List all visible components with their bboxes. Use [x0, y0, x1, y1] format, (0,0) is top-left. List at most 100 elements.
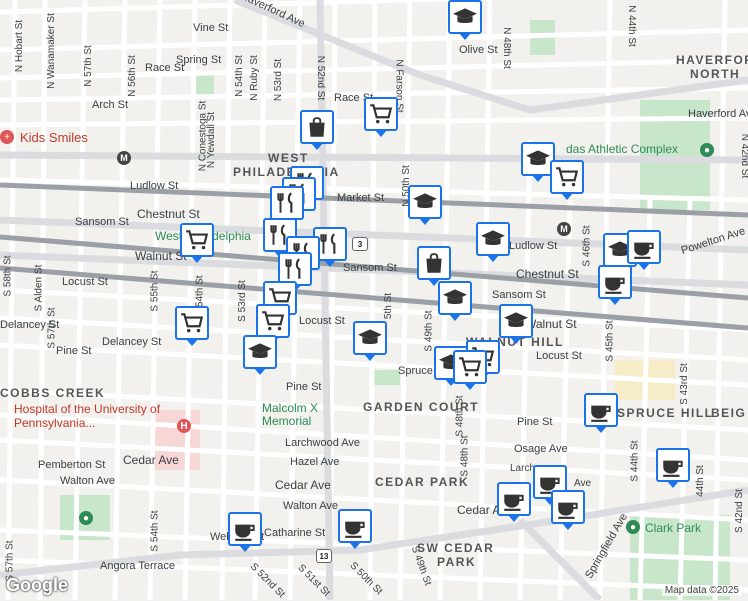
- cafe-pin[interactable]: [598, 265, 632, 305]
- shopping-cart-pin[interactable]: [180, 223, 214, 263]
- street-label: N 42nd St: [739, 134, 748, 179]
- shopping-cart-pin[interactable]: [175, 306, 209, 346]
- park-icon[interactable]: ●: [626, 520, 640, 534]
- place-clark-park[interactable]: Clark Park: [645, 522, 701, 534]
- street-label: Delancey St: [102, 336, 162, 348]
- street-label: Locust St: [536, 350, 582, 362]
- cafe-pin[interactable]: [497, 482, 531, 522]
- area-label: PARK: [437, 555, 477, 569]
- place-hospital[interactable]: Hospital of the University of Pennsylvan…: [14, 402, 174, 430]
- school-pin[interactable]: [448, 0, 482, 40]
- school-pin[interactable]: [408, 185, 442, 225]
- cafe-pin[interactable]: [228, 512, 262, 552]
- shopping-cart-icon: [262, 311, 285, 331]
- shopping-cart-icon: [370, 104, 393, 124]
- street-label: Ludlow St: [509, 240, 558, 252]
- metro-station-icon[interactable]: M: [117, 151, 131, 165]
- street-label: Walton Ave: [60, 475, 116, 487]
- school-pin[interactable]: [438, 281, 472, 321]
- cafe-pin[interactable]: [338, 509, 372, 549]
- school-icon: [526, 150, 550, 165]
- metro-station-icon[interactable]: M: [557, 222, 571, 236]
- street-label: S 54th St: [149, 510, 161, 552]
- cafe-pin[interactable]: [584, 393, 618, 433]
- street-label: N 57th St: [82, 45, 94, 87]
- street-label: N Yewdall St: [206, 111, 218, 169]
- street-label: Catharine St: [264, 527, 326, 539]
- street-label: 44th St: [694, 465, 706, 497]
- map-attribution: Map data ©2025: [661, 585, 742, 596]
- area-label: WEST: [268, 151, 309, 165]
- street-label: Pine St: [517, 416, 553, 428]
- street-label: Pine St: [56, 345, 92, 357]
- street-label: Angora Terrace: [100, 560, 176, 572]
- street-label: Ludlow St: [130, 180, 179, 192]
- street-label: N 54th St: [233, 55, 245, 97]
- school-icon: [453, 8, 477, 23]
- cafe-pin[interactable]: [551, 490, 585, 530]
- place-kids-smiles[interactable]: Kids Smiles: [20, 131, 88, 144]
- dentist-icon[interactable]: +: [0, 130, 14, 144]
- cafe-pin[interactable]: [656, 448, 690, 488]
- cafe-icon: [345, 521, 365, 538]
- cafe-pin[interactable]: [627, 230, 661, 270]
- school-icon: [358, 329, 382, 344]
- area-label: SPRUCE HILL: [617, 406, 714, 420]
- street-label: S 58th St: [2, 255, 14, 297]
- street-label: S 43rd St: [678, 363, 690, 405]
- shopping-bag-pin[interactable]: [417, 246, 451, 286]
- cafe-icon: [591, 405, 611, 422]
- shopping-cart-pin[interactable]: [364, 97, 398, 137]
- street-label: Race St: [145, 62, 185, 74]
- area-label: CEDAR PARK: [375, 475, 470, 489]
- school-pin[interactable]: [353, 321, 387, 361]
- place-malcolm-x[interactable]: Malcolm X Memorial: [262, 402, 332, 428]
- street-label: S Alden St: [33, 264, 45, 312]
- shopping-bag-pin[interactable]: [300, 110, 334, 150]
- street-label: Olive St: [459, 44, 498, 56]
- street-label: N 52nd St: [315, 55, 327, 101]
- restaurant-icon: [277, 192, 293, 213]
- shopping-bag-icon: [309, 117, 325, 137]
- school-icon: [443, 289, 467, 304]
- street-label: S 57th St: [46, 307, 58, 349]
- street-label: S 45th St: [604, 320, 616, 362]
- street-label: Pine St: [286, 381, 322, 393]
- street-label: N 56th St: [126, 55, 138, 97]
- street-label: N 48th St: [500, 27, 512, 69]
- area-label: COBBS CREEK: [0, 386, 106, 400]
- street-label: Sansom St: [492, 289, 546, 301]
- park-icon[interactable]: ●: [700, 143, 714, 157]
- park-icon[interactable]: ●: [79, 511, 93, 525]
- school-pin[interactable]: [476, 222, 510, 262]
- street-label: Larch: [510, 463, 536, 474]
- shopping-cart-pin[interactable]: [453, 350, 487, 390]
- street-label: Walton Ave: [283, 500, 339, 512]
- shopping-cart-icon: [186, 230, 209, 250]
- street-label: S 44th St: [629, 440, 641, 482]
- street-label: S 48th St: [454, 395, 466, 437]
- school-icon: [504, 312, 528, 327]
- cafe-icon: [504, 494, 524, 511]
- school-pin[interactable]: [499, 304, 533, 344]
- street-label: N Ruby St: [248, 55, 260, 101]
- street-label: N Wanamaker St: [45, 13, 57, 89]
- street-label: Locust St: [62, 276, 108, 288]
- street-label: N 44th St: [625, 5, 637, 47]
- school-icon: [481, 230, 505, 245]
- area-label: SW CEDAR: [417, 541, 495, 555]
- street-label: Cedar Ave: [123, 453, 179, 467]
- shopping-cart-pin[interactable]: [550, 160, 584, 200]
- street-label: Sansom St: [75, 216, 129, 228]
- street-label: S 49th St: [423, 310, 435, 352]
- shopping-cart-icon: [556, 167, 579, 187]
- street-label: Locust St: [299, 315, 345, 327]
- restaurant-icon: [285, 258, 301, 279]
- hospital-icon[interactable]: H: [177, 419, 191, 433]
- shopping-cart-pin[interactable]: [256, 304, 290, 344]
- restaurant-pin[interactable]: [270, 186, 304, 226]
- place-athletic-complex[interactable]: das Athletic Complex: [566, 143, 678, 155]
- map-canvas[interactable]: [0, 0, 748, 600]
- street-label: Sansom St: [343, 262, 397, 274]
- school-pin[interactable]: [243, 335, 277, 375]
